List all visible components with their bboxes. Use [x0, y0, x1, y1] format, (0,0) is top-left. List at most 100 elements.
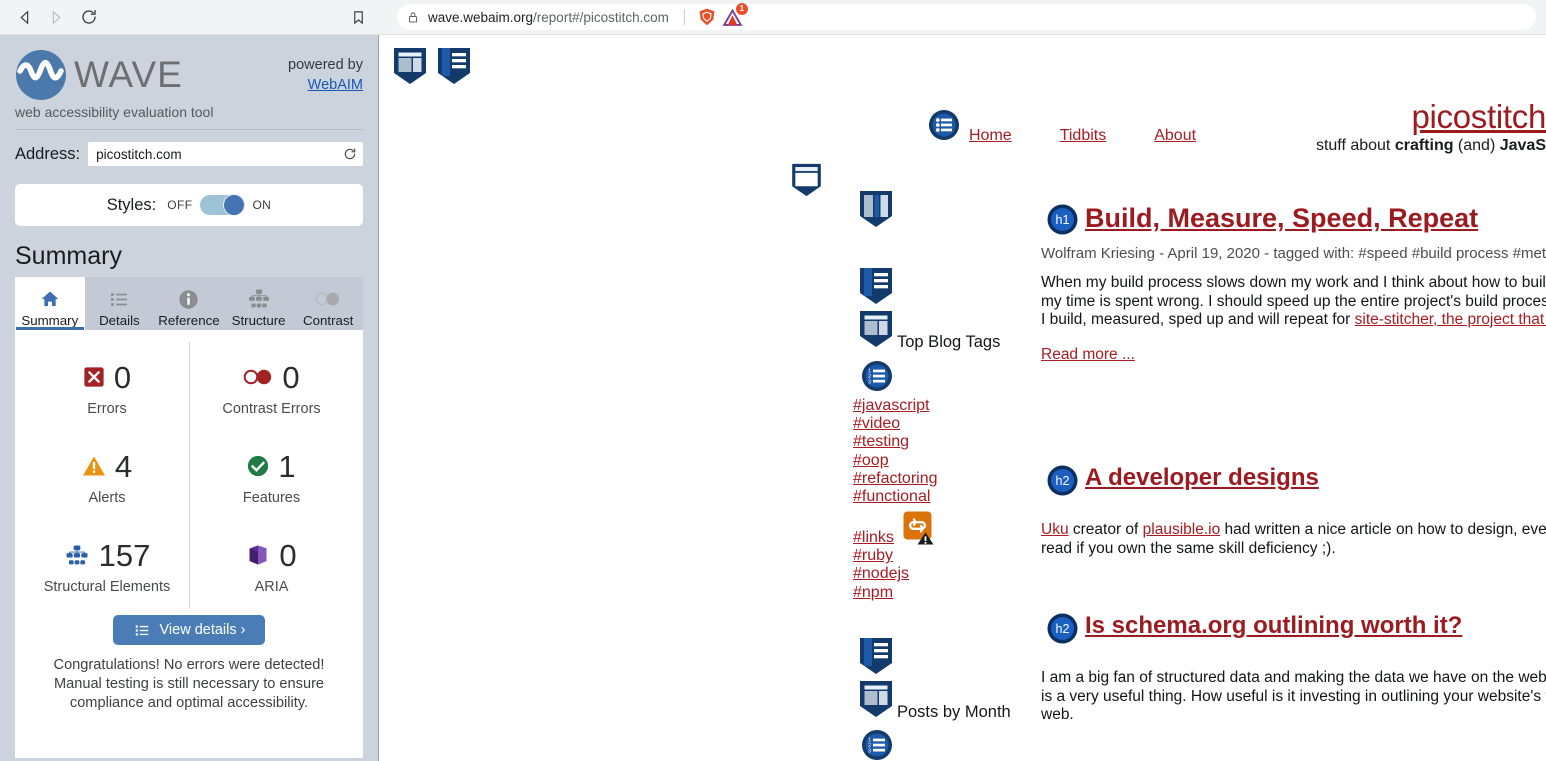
tag-links[interactable]: #links	[853, 529, 894, 547]
uku-link[interactable]: Uku	[1041, 521, 1069, 538]
h1-badge-icon[interactable]: h1	[1047, 204, 1078, 235]
wave-region-icon[interactable]	[859, 310, 893, 353]
tag-functional[interactable]: #functional	[853, 488, 930, 506]
tab-contrast[interactable]: Contrast	[293, 277, 363, 330]
brand-name[interactable]: picostitch	[1316, 99, 1546, 135]
nav-item-about[interactable]: About	[1154, 127, 1196, 145]
home-icon	[39, 287, 61, 311]
styles-label: Styles:	[106, 195, 157, 214]
brand-tagline-bold1: crafting	[1394, 137, 1454, 154]
article-3-title[interactable]: Is schema.org outlining worth it?	[1085, 611, 1546, 641]
stat-alerts-value: 4	[114, 448, 133, 484]
article-2-title[interactable]: A developer designs	[1085, 463, 1546, 493]
back-button[interactable]	[10, 2, 40, 32]
tag-video[interactable]: #video	[853, 415, 900, 433]
plausible-io-link[interactable]: plausible.io	[1143, 521, 1221, 538]
list-icon	[133, 623, 151, 638]
wave-header: WAVE powered by WebAIM web accessibility…	[15, 35, 363, 130]
wave-address-input[interactable]: picostitch.com	[88, 142, 363, 166]
stat-structural-elements[interactable]: 157 Structural Elements	[25, 520, 189, 609]
tab-contrast-label: Contrast	[303, 313, 354, 328]
reload-icon[interactable]	[343, 147, 357, 161]
url-path: /report#/picostitch.com	[533, 9, 669, 25]
address-row: Address: picostitch.com	[15, 142, 363, 166]
stat-errors[interactable]: 0 Errors	[25, 342, 189, 431]
tab-summary[interactable]: Summary	[15, 277, 85, 330]
nav-item-tidbits[interactable]: Tidbits	[1060, 127, 1107, 145]
article-1-body: When my build process slows down my work…	[1041, 274, 1546, 330]
webaim-link[interactable]: WebAIM	[308, 77, 363, 93]
wave-heading-icon[interactable]	[859, 267, 893, 310]
wave-wordmark: WAVE	[74, 54, 183, 95]
nav-item-home[interactable]: Home	[969, 127, 1012, 145]
wave-ordered-list-icon[interactable]: 1 2 3	[861, 360, 893, 397]
h2-badge-icon[interactable]: h2	[1047, 613, 1078, 644]
browser-toolbar: wave.webaim.org/report#/picostitch.com 1	[0, 0, 1546, 35]
reload-button[interactable]	[74, 2, 104, 32]
styles-toggle-card: Styles: OFF ON	[15, 184, 363, 226]
wave-summary-card: 0 Errors 0 Contrast Errors 4 Alerts 1 Fe…	[15, 330, 363, 758]
stat-features-label: Features	[242, 490, 301, 506]
tag-npm[interactable]: #npm	[853, 584, 893, 602]
brave-shields-icon[interactable]	[696, 6, 718, 28]
stat-aria-value: 0	[279, 537, 297, 573]
structure-icon	[247, 287, 271, 311]
url-text: wave.webaim.org/report#/picostitch.com	[428, 10, 669, 25]
tag-javascript[interactable]: #javascript	[853, 397, 929, 415]
svg-text:h1: h1	[1056, 213, 1070, 227]
wave-columns-icon[interactable]	[859, 190, 893, 233]
article-1: h1 Build, Measure, Speed, Repeat Wolfram…	[1041, 203, 1546, 364]
address-bar[interactable]: wave.webaim.org/report#/picostitch.com 1	[397, 3, 1536, 30]
tab-reference[interactable]: Reference	[154, 277, 224, 330]
toolbar-divider	[683, 9, 685, 25]
feature-icon	[247, 455, 269, 477]
brand-tagline-prefix: stuff about	[1315, 137, 1395, 154]
posts-by-month-label: Posts by Month	[897, 703, 1011, 721]
lock-icon	[407, 10, 419, 24]
forward-button	[40, 2, 70, 32]
wave-extension-icon[interactable]: 1	[722, 3, 748, 28]
tab-details-label: Details	[99, 313, 140, 328]
wave-tabs: Summary Details Reference Structure Cont…	[15, 277, 363, 330]
extension-badge: 1	[735, 3, 748, 15]
site-stitcher-link[interactable]: site-stitcher, the project that builds t…	[1355, 311, 1546, 328]
wave-small-region-icon[interactable]	[791, 163, 822, 202]
bookmark-icon[interactable]	[343, 2, 373, 32]
wave-unordered-list-icon[interactable]	[928, 109, 960, 146]
stat-aria[interactable]: 0 ARIA	[189, 520, 353, 609]
wave-region-icon[interactable]	[393, 47, 427, 90]
article-2-body-mid: creator of	[1068, 521, 1143, 538]
site-brand: picostitch stuff about crafting (and) Ja…	[1316, 99, 1546, 155]
article-1-title[interactable]: Build, Measure, Speed, Repeat	[1085, 203, 1546, 233]
tag-ruby[interactable]: #ruby	[853, 547, 893, 565]
tag-list-1: #javascript #video #testing #oop #refact…	[853, 397, 938, 506]
tab-summary-label: Summary	[21, 313, 79, 328]
stat-structural-elements-value: 157	[98, 537, 151, 573]
view-details-button[interactable]: View details ›	[113, 615, 265, 645]
wave-region-icon[interactable]	[859, 680, 893, 723]
stat-features[interactable]: 1 Features	[189, 431, 353, 520]
url-host: wave.webaim.org	[428, 9, 534, 25]
tag-testing[interactable]: #testing	[853, 433, 909, 451]
aria-icon	[246, 543, 270, 567]
article-1-meta: Wolfram Kriesing - April 19, 2020 - tagg…	[1041, 245, 1546, 262]
congratulations-message: Congratulations! No errors were detected…	[53, 657, 325, 711]
tag-list-2: #links #ruby #nodejs #npm	[853, 529, 909, 602]
svg-text:3: 3	[868, 380, 871, 386]
wave-ordered-list-icon[interactable]: 1 2 3	[861, 729, 893, 761]
tag-oop[interactable]: #oop	[853, 452, 889, 470]
wave-heading-icon[interactable]	[859, 637, 893, 680]
stat-features-value: 1	[278, 448, 296, 484]
stat-alerts[interactable]: 4 Alerts	[25, 431, 189, 520]
tab-structure[interactable]: Structure	[223, 277, 294, 330]
styles-switch-knob	[223, 194, 246, 216]
wave-heading-icon[interactable]	[437, 47, 471, 90]
read-more-link[interactable]: Read more ...	[1041, 346, 1135, 364]
tab-details[interactable]: Details	[84, 277, 155, 330]
stat-contrast-errors[interactable]: 0 Contrast Errors	[189, 342, 353, 431]
stat-errors-label: Errors	[87, 401, 127, 417]
tag-refactoring[interactable]: #refactoring	[853, 470, 938, 488]
styles-switch[interactable]	[200, 194, 246, 216]
tag-nodejs[interactable]: #nodejs	[853, 565, 909, 583]
h2-badge-icon[interactable]: h2	[1047, 465, 1078, 496]
